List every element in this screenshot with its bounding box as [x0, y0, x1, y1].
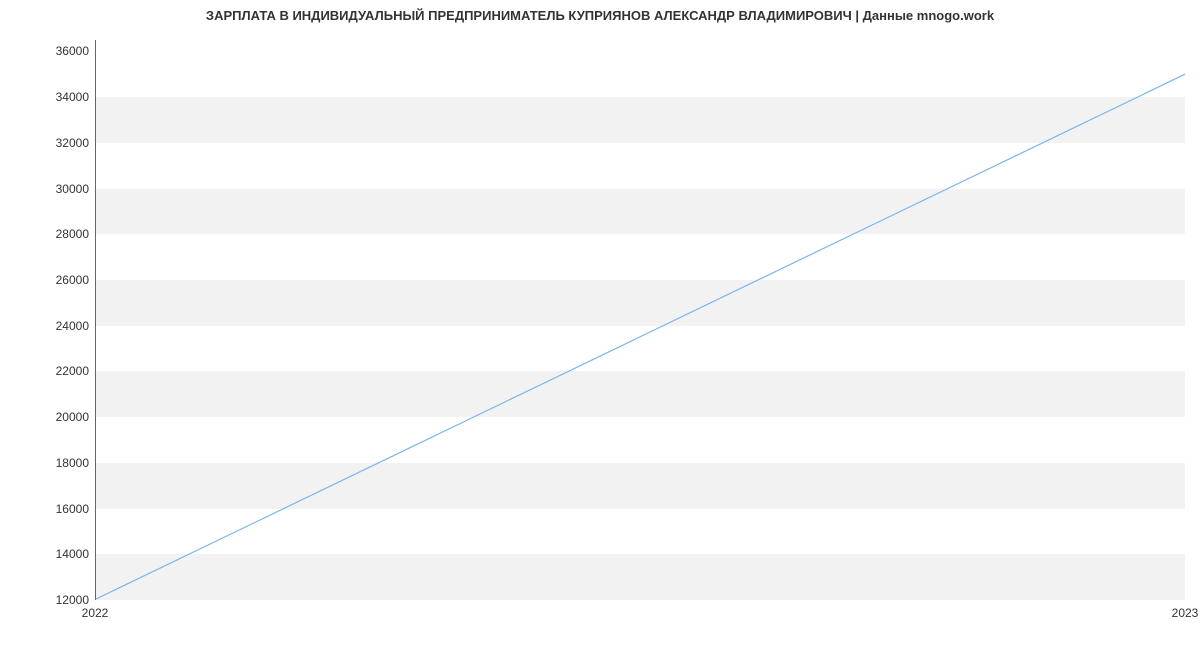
y-tick-label: 32000 — [56, 136, 89, 150]
chart-container: ЗАРПЛАТА В ИНДИВИДУАЛЬНЫЙ ПРЕДПРИНИМАТЕЛ… — [0, 0, 1200, 650]
y-tick-label: 26000 — [56, 273, 89, 287]
y-tick-label: 24000 — [56, 319, 89, 333]
series-line — [96, 74, 1185, 599]
y-tick-label: 20000 — [56, 410, 89, 424]
y-tick-label: 30000 — [56, 182, 89, 196]
x-tick-label: 2022 — [82, 606, 109, 620]
y-tick-label: 14000 — [56, 547, 89, 561]
y-tick-label: 16000 — [56, 502, 89, 516]
x-tick-label: 2023 — [1172, 606, 1199, 620]
plot-area — [95, 40, 1185, 600]
y-tick-label: 12000 — [56, 593, 89, 607]
y-axis: 1200014000160001800020000220002400026000… — [0, 40, 92, 600]
x-axis: 20222023 — [95, 603, 1185, 633]
y-tick-label: 22000 — [56, 364, 89, 378]
y-tick-label: 34000 — [56, 90, 89, 104]
chart-title: ЗАРПЛАТА В ИНДИВИДУАЛЬНЫЙ ПРЕДПРИНИМАТЕЛ… — [0, 8, 1200, 23]
line-layer — [96, 40, 1185, 599]
y-tick-label: 18000 — [56, 456, 89, 470]
y-tick-label: 28000 — [56, 227, 89, 241]
y-tick-label: 36000 — [56, 44, 89, 58]
